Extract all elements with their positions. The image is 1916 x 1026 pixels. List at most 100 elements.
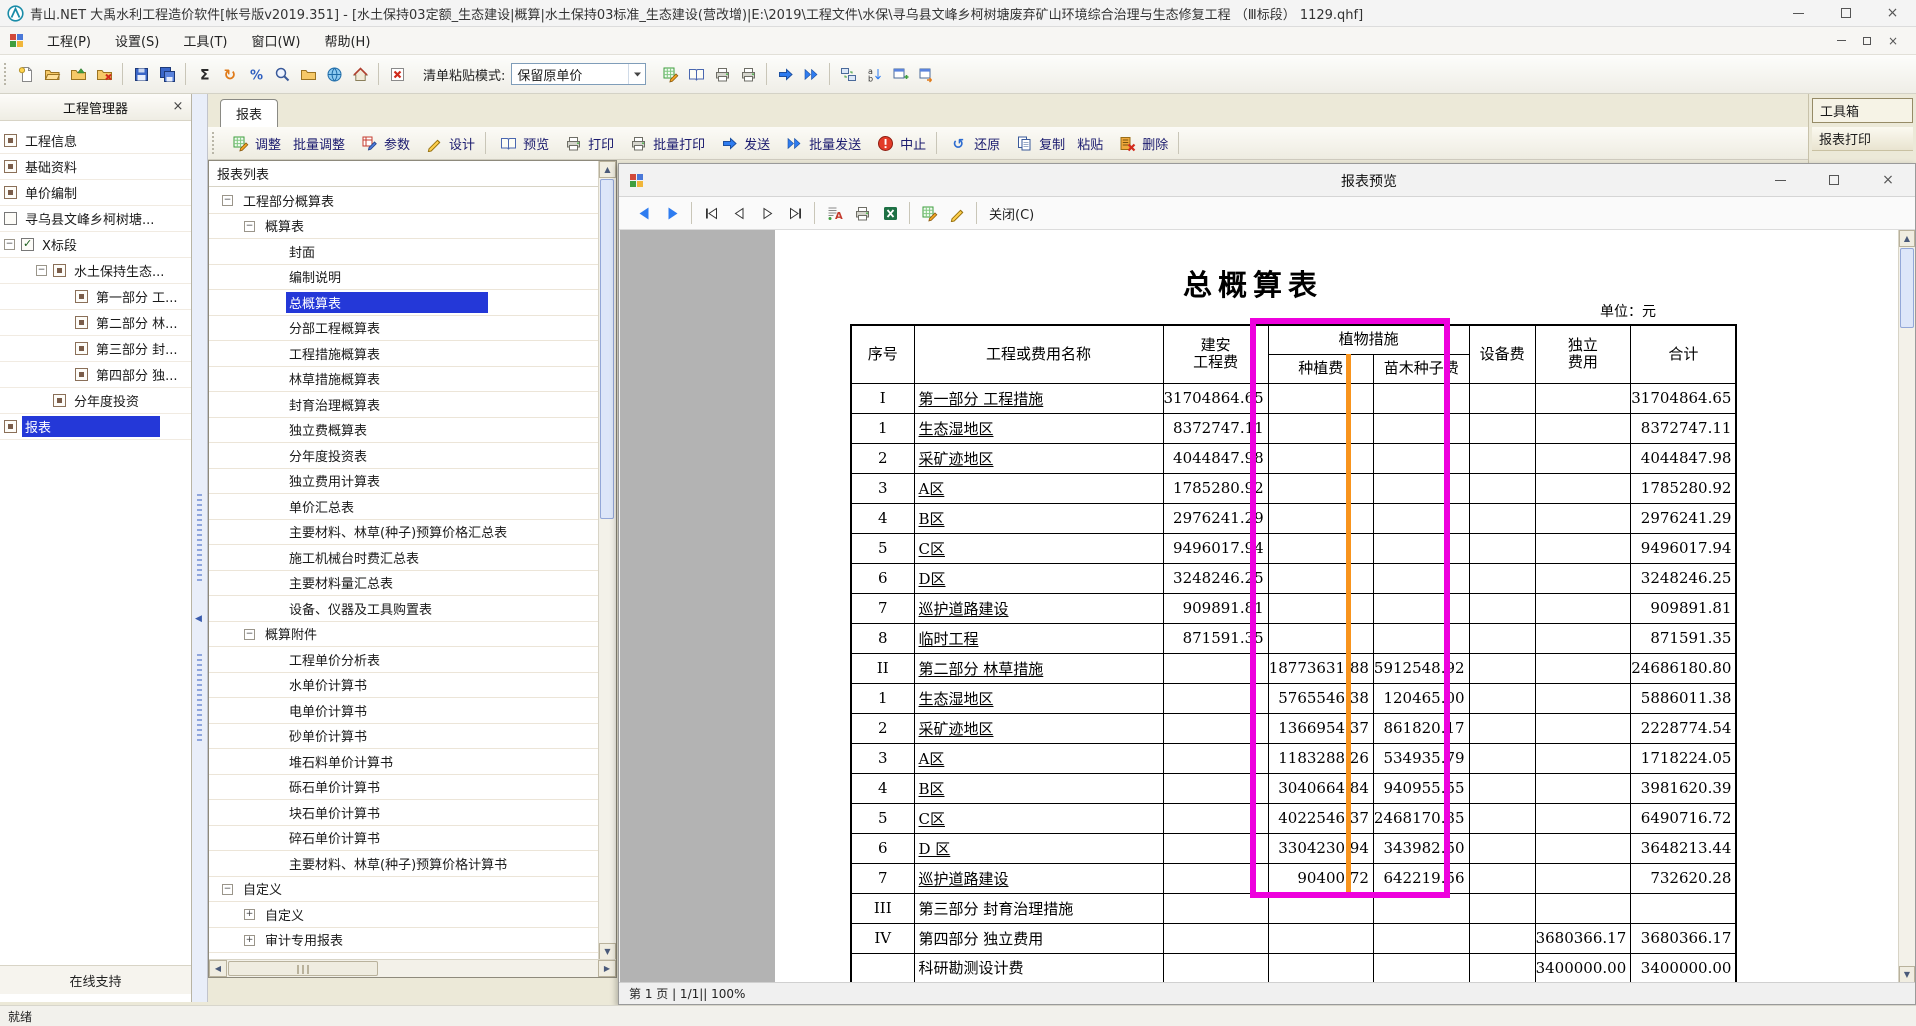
report-list-item[interactable]: −概算附件 [209, 622, 599, 648]
scrollbar-thumb[interactable] [228, 961, 378, 976]
excel-icon[interactable] [877, 200, 903, 226]
menu-item[interactable]: 工程(P) [35, 27, 103, 54]
report-list-item[interactable]: 设备、仪器及工具购置表 [209, 596, 599, 622]
option-square-icon[interactable] [4, 420, 17, 433]
folder-arrow-icon[interactable] [66, 62, 90, 86]
sidebar-item-水土保持生态[interactable]: −水土保持生态... [0, 258, 191, 284]
sidebar-item-第一部分工[interactable]: 第一部分 工... [0, 284, 191, 310]
report-toolbar-button[interactable]: 删除 [1109, 128, 1174, 158]
scroll-left-icon[interactable]: ◀ [209, 960, 227, 977]
report-list-item[interactable]: 封面 [209, 239, 599, 265]
printer-icon[interactable] [736, 62, 760, 86]
report-toolbar-button[interactable]: 发送 [711, 128, 776, 158]
menu-item[interactable]: 帮助(H) [312, 27, 382, 54]
report-list-item[interactable]: 单价汇总表 [209, 494, 599, 520]
scroll-up-icon[interactable]: ▲ [1899, 230, 1915, 247]
report-list-item[interactable]: 分部工程概算表 [209, 316, 599, 342]
report-list-item[interactable]: −自定义 [209, 877, 599, 903]
sort-ab-icon[interactable]: ab [862, 62, 886, 86]
report-list-item[interactable]: 林草措施概算表 [209, 367, 599, 393]
adjust-grid-icon[interactable] [658, 62, 682, 86]
report-list-item[interactable]: 封育治理概算表 [209, 392, 599, 418]
send-double-icon[interactable] [799, 62, 823, 86]
preview-close-button[interactable]: 关闭(C) [981, 204, 1042, 223]
sidebar-item-报表[interactable]: 报表 [0, 414, 191, 440]
option-square-icon[interactable] [53, 394, 66, 407]
window-new-icon[interactable] [888, 62, 912, 86]
report-toolbar-button[interactable]: ↺还原 [941, 128, 1006, 158]
folder-plain-icon[interactable] [296, 62, 320, 86]
scroll-right-icon[interactable]: ▶ [598, 960, 616, 977]
panel-splitter[interactable]: ◀ [192, 94, 208, 1002]
sidebar-item-单价编制[interactable]: 单价编制 [0, 180, 191, 206]
report-list-item[interactable]: −工程部分概算表 [209, 188, 599, 214]
report-list-item[interactable]: +审计专用报表 [209, 928, 599, 954]
scroll-down-icon[interactable]: ▼ [1899, 966, 1915, 983]
close-button[interactable]: × [1869, 0, 1916, 26]
home-icon[interactable] [348, 62, 372, 86]
preview-title-bar[interactable]: 报表预览 × [619, 164, 1915, 197]
tab-report[interactable]: 报表 [220, 99, 278, 127]
sync-icon[interactable] [836, 62, 860, 86]
report-list-item[interactable]: 工程措施概算表 [209, 341, 599, 367]
refresh-icon[interactable]: ↻ [218, 62, 242, 86]
option-square-icon[interactable] [75, 290, 88, 303]
report-list-item[interactable]: 碎石单价计算书 [209, 826, 599, 852]
page-setup-icon[interactable]: A [821, 200, 847, 226]
sigma-icon[interactable]: Σ [192, 62, 216, 86]
scrollbar-thumb[interactable] [600, 179, 614, 519]
empty-checkbox-icon[interactable] [4, 212, 17, 225]
option-square-icon[interactable] [4, 134, 17, 147]
sidebar-item-第三部分封[interactable]: 第三部分 封... [0, 336, 191, 362]
report-list-item[interactable]: 编制说明 [209, 265, 599, 291]
nav-last-icon[interactable] [782, 200, 808, 226]
online-support-button[interactable]: 在线支持 [0, 965, 191, 994]
report-toolbar-button[interactable]: 调整 [222, 128, 287, 158]
option-square-icon[interactable] [4, 186, 17, 199]
report-list-item[interactable]: 堆石料单价计算书 [209, 749, 599, 775]
report-list-item[interactable]: 主要材料量汇总表 [209, 571, 599, 597]
report-list-item[interactable]: 砾石单价计算书 [209, 775, 599, 801]
maximize-button[interactable] [1822, 0, 1869, 26]
collapse-icon[interactable]: − [244, 221, 255, 232]
expand-icon[interactable]: + [244, 935, 255, 946]
nav-prev-icon[interactable] [726, 200, 752, 226]
folder-close-icon[interactable] [92, 62, 116, 86]
report-list-item[interactable]: +自定义 [209, 902, 599, 928]
save-all-icon[interactable] [155, 62, 179, 86]
chevron-down-icon[interactable] [628, 64, 645, 84]
menu-item[interactable]: 设置(S) [103, 27, 171, 54]
sidebar-item-第四部分独[interactable]: 第四部分 独... [0, 362, 191, 388]
sidebar-item-分年度投资[interactable]: 分年度投资 [0, 388, 191, 414]
report-print-item[interactable]: 报表打印 [1812, 127, 1913, 151]
globe-icon[interactable] [322, 62, 346, 86]
report-list-item[interactable]: −概算表 [209, 214, 599, 240]
collapse-icon[interactable]: − [222, 195, 233, 206]
report-toolbar-button[interactable]: 设计 [416, 128, 481, 158]
close-icon[interactable]: × [170, 99, 186, 115]
report-list-hscrollbar[interactable]: ◀ ▶ [209, 959, 616, 977]
menu-item[interactable]: 工具(T) [171, 27, 239, 54]
sidebar-item-基础资料[interactable]: 基础资料 [0, 154, 191, 180]
report-toolbar-button[interactable]: 批量打印 [620, 128, 711, 158]
excel-close-icon[interactable] [385, 62, 409, 86]
scrollbar-thumb[interactable] [1900, 248, 1914, 328]
report-list-item[interactable]: 砂单价计算书 [209, 724, 599, 750]
checked-checkbox-icon[interactable] [21, 238, 34, 251]
printer-icon[interactable] [710, 62, 734, 86]
report-list-item[interactable]: 施工机械台时费汇总表 [209, 545, 599, 571]
report-list-item[interactable]: 总概算表 [209, 290, 599, 316]
sidebar-item-寻乌县文峰乡柯树塘[interactable]: 寻乌县文峰乡柯树塘... [0, 206, 191, 232]
mdi-minimize-button[interactable] [1830, 32, 1852, 50]
close-button[interactable]: × [1861, 164, 1915, 196]
minimize-button[interactable] [1775, 0, 1822, 26]
report-list-item[interactable]: 独立费概算表 [209, 418, 599, 444]
collapse-icon[interactable]: − [36, 265, 47, 276]
report-toolbar-button[interactable]: 打印 [555, 128, 620, 158]
report-list-item[interactable]: 独立费用计算表 [209, 469, 599, 495]
report-list-item[interactable]: 块石单价计算书 [209, 800, 599, 826]
blue-prev-icon[interactable] [631, 200, 657, 226]
preview-book-icon[interactable] [684, 62, 708, 86]
percent-icon[interactable]: % [244, 62, 268, 86]
minimize-button[interactable] [1753, 164, 1807, 196]
